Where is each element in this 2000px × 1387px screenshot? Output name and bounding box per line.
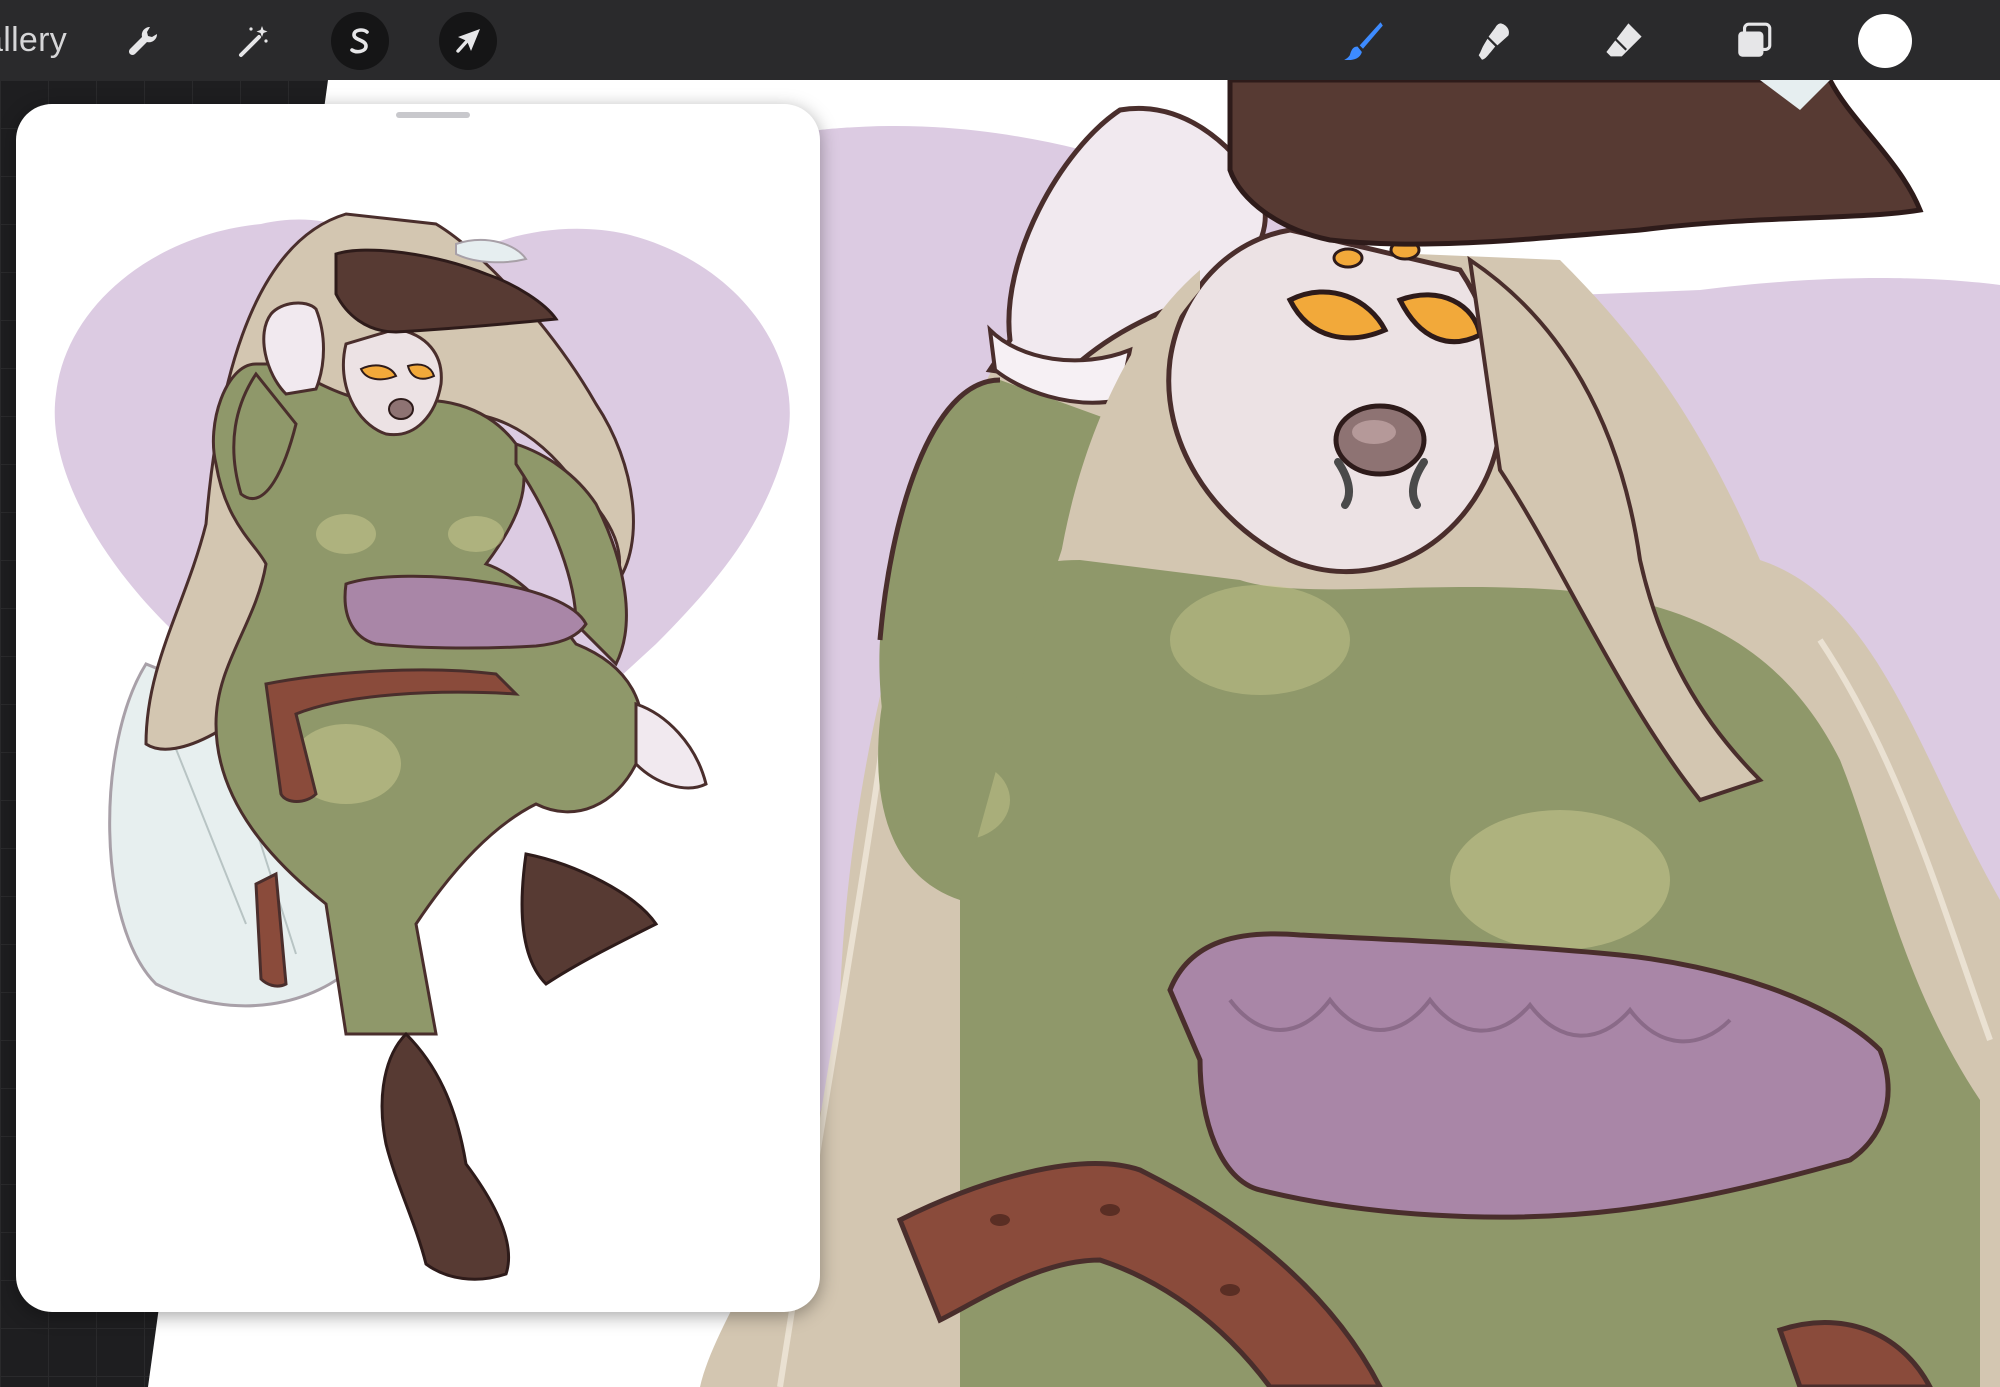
brush-icon — [1344, 22, 1383, 61]
top-toolbar: allery — [0, 0, 2000, 80]
reference-artwork — [54, 212, 790, 1281]
selection-button[interactable] — [331, 12, 389, 70]
reference-panel[interactable] — [16, 104, 820, 1312]
brush-button[interactable] — [1334, 12, 1392, 70]
transform-button[interactable] — [439, 12, 497, 70]
actions-button[interactable] — [114, 12, 172, 70]
smudge-icon — [1478, 23, 1509, 60]
wrench-icon — [128, 26, 158, 56]
arrow-cursor-icon — [456, 29, 480, 53]
eraser-icon — [1606, 23, 1642, 57]
eraser-button[interactable] — [1595, 12, 1653, 70]
layers-icon — [1738, 22, 1772, 57]
gallery-button[interactable]: allery — [0, 0, 67, 80]
smudge-button[interactable] — [1464, 12, 1522, 70]
layers-button[interactable] — [1725, 12, 1783, 70]
selection-s-icon — [350, 28, 369, 54]
magic-wand-icon — [239, 26, 268, 57]
color-swatch-button[interactable] — [1858, 14, 1912, 68]
adjustments-button[interactable] — [224, 12, 282, 70]
